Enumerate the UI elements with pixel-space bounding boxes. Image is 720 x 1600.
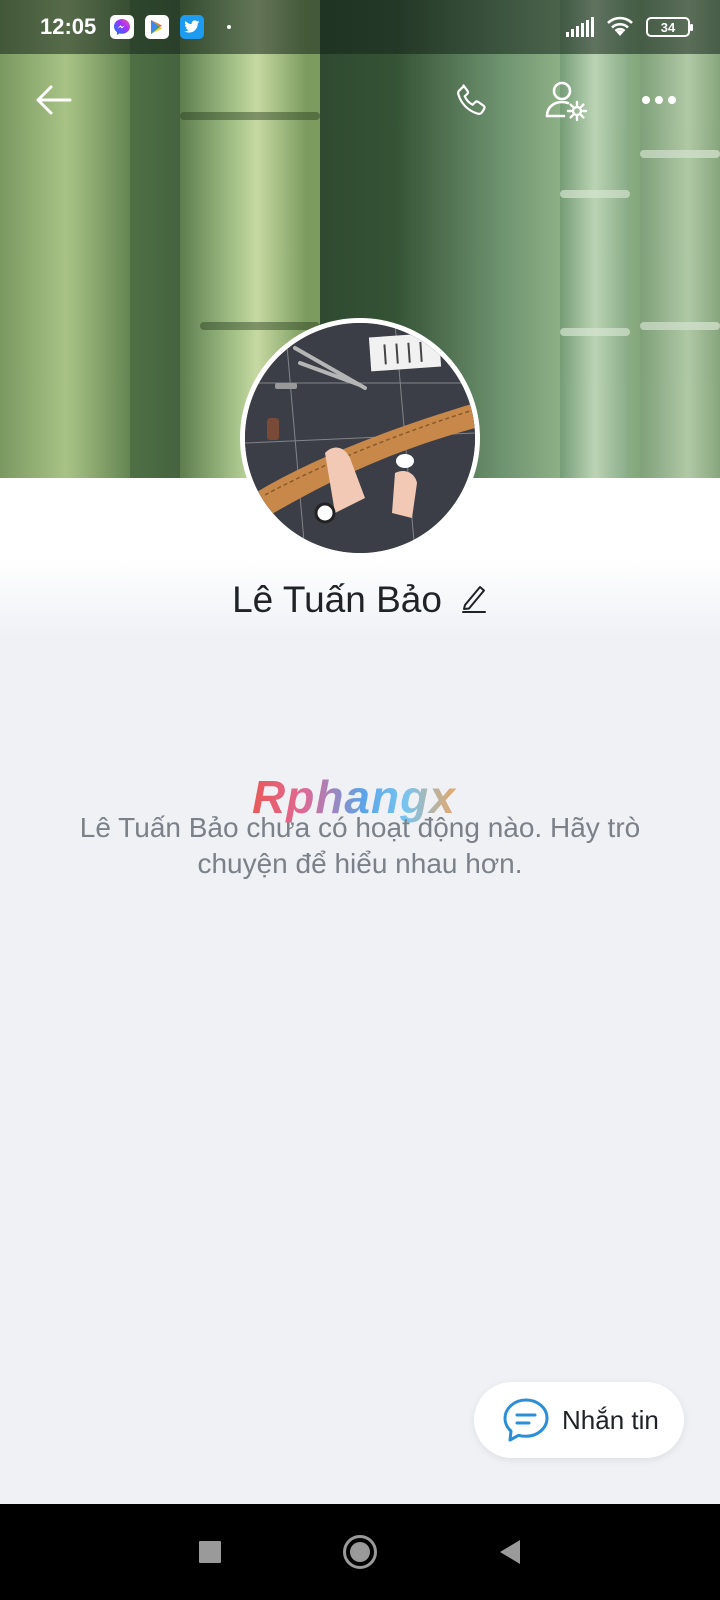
status-time: 12:05 [40,14,97,39]
chat-bubble-icon [503,1398,549,1442]
status-bar: 12:05 34 [0,0,720,54]
user-settings-icon [545,81,588,122]
avatar[interactable] [240,318,480,558]
more-button[interactable] [631,72,687,128]
square-icon [199,1541,221,1563]
back-nav-button[interactable] [485,1527,535,1577]
home-button[interactable] [335,1527,385,1577]
profile-name: Lê Tuấn Bảo [232,579,442,620]
profile-toolbar [0,72,720,132]
signal-icon [566,17,594,37]
circle-icon [343,1535,377,1569]
profile-name-row: Lê Tuấn Bảo [0,572,720,628]
bamboo-node [560,328,630,336]
empty-feed-message: Lê Tuấn Bảo chưa có hoạt động nào. Hãy t… [79,812,641,879]
triangle-back-icon [500,1540,520,1564]
arrow-left-icon [36,85,72,115]
back-button[interactable] [26,72,82,128]
phone-icon [457,84,486,115]
bamboo-node [640,150,720,158]
messenger-icon [110,15,135,39]
message-button[interactable]: Nhắn tin [474,1382,684,1458]
pencil-icon [461,585,486,613]
recents-button[interactable] [185,1527,235,1577]
bamboo-node [560,190,630,198]
more-horizontal-icon [642,96,676,104]
status-icons: 34 [566,0,693,54]
wifi-icon [607,16,633,36]
play-store-icon [145,15,170,39]
bamboo-node [640,322,720,330]
avatar-image [245,323,475,553]
battery-level: 34 [660,19,676,35]
notification-dot [227,25,232,29]
twitter-icon [180,15,205,39]
bamboo-node [200,322,320,330]
battery-indicator: 34 [646,17,693,37]
profile-settings-button[interactable] [538,72,594,128]
edit-name-button[interactable] [460,583,488,618]
message-button-label: Nhắn tin [562,1404,659,1435]
system-nav-bar [0,1504,720,1600]
call-button[interactable] [444,72,500,128]
